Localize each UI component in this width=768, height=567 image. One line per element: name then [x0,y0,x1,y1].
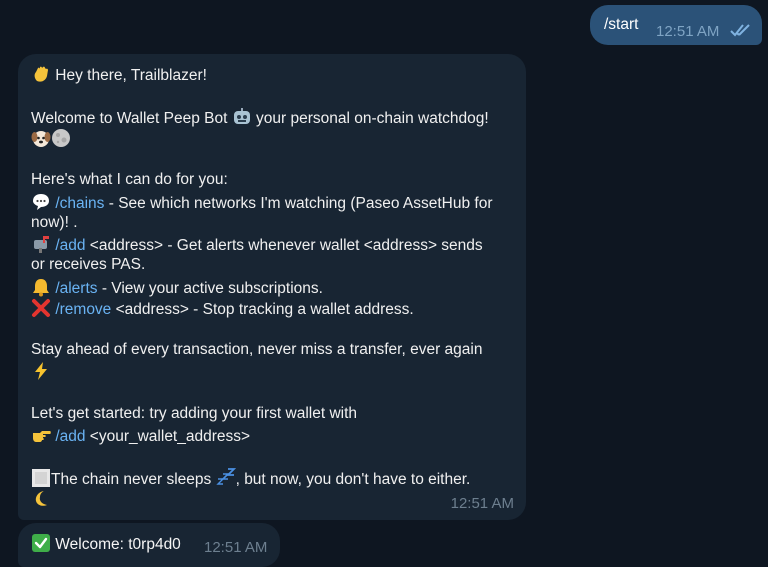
help-heading: Here's what I can do for you: [31,171,228,188]
full-moon-icon [52,129,70,147]
chain-sleeps-line: The chain never sleeps , but now, you do… [31,468,470,490]
waving-hand-icon [34,66,48,82]
chains-command-link[interactable]: /chains [55,195,104,212]
intro-text-b: your personal on-chain watchdog! [251,110,489,127]
high-voltage-icon [35,362,47,380]
bell-icon [33,279,49,297]
add-example-command-link[interactable]: /add [55,428,85,445]
chains-description-cont: now)! . [31,214,78,231]
alerts-description: - View your active subscriptions. [97,280,323,297]
greeting-line: Hey there, Trailblazer! [31,64,207,86]
welcome-confirm-message[interactable]: Welcome: t0rp4d0 12:51 AM [18,523,280,567]
stay-ahead-emoji-line [31,361,51,383]
chains-description: - See which networks I'm watching (Paseo… [104,195,493,212]
stay-ahead-text: Stay ahead of every transaction, never m… [31,341,483,358]
add-command-link[interactable]: /add [55,237,85,254]
chat-area: /start 12:51 AM Hey there, Trailblazer! … [0,0,768,567]
dog-face-icon [31,131,51,147]
mailbox-icon [34,236,49,253]
chains-line: /chains - See which networks I'm watchin… [31,192,492,214]
add-description: <address> - Get alerts whenever wallet <… [85,237,483,254]
chain-sleeps-text-b: , but now, you don't have to either. [235,471,471,488]
zzz-icon [215,468,236,485]
greeting-text: Hey there, Trailblazer! [51,67,207,84]
cross-mark-icon [32,299,50,317]
outgoing-message[interactable]: /start 12:51 AM [590,5,762,45]
check-mark-button-icon [32,534,50,552]
alerts-line: /alerts - View your active subscriptions… [31,277,323,299]
remove-command-link[interactable]: /remove [55,301,111,318]
welcome-confirm-text: Welcome: t0rp4d0 [51,536,181,553]
incoming-message[interactable]: Hey there, Trailblazer! Welcome to Walle… [18,54,526,520]
alerts-command-link[interactable]: /alerts [55,280,97,297]
speech-balloon-icon [33,194,49,210]
intro-line: Welcome to Wallet Peep Bot your personal… [31,107,489,129]
welcome-confirm-line: Welcome: t0rp4d0 [31,533,181,554]
intro-emoji-line [31,128,71,150]
chain-sleeps-emoji-line [31,489,51,511]
add-line: /add <address> - Get alerts whenever wal… [31,234,483,256]
add-example-line: /add <your_wallet_address> [31,425,250,447]
incoming-message-time: 12:51 AM [450,495,514,512]
outgoing-message-time: 12:51 AM [656,23,720,40]
add-description-cont: or receives PAS. [31,256,146,273]
get-started-text: Let's get started: try adding your first… [31,405,358,422]
welcome-confirm-time: 12:51 AM [204,539,268,556]
white-square-icon [32,469,50,487]
pointing-right-icon [33,431,51,442]
add-example-argument: <your_wallet_address> [85,428,251,445]
robot-face-icon [233,108,250,124]
intro-text-a: Welcome to Wallet Peep Bot [31,110,228,127]
crescent-moon-icon [35,491,47,506]
remove-line: /remove <address> - Stop tracking a wall… [31,298,414,320]
double-check-icon [730,24,750,37]
chain-sleeps-text-a: The chain never sleeps [51,471,216,488]
outgoing-message-text: /start [604,16,639,33]
remove-description: <address> - Stop tracking a wallet addre… [111,301,414,318]
